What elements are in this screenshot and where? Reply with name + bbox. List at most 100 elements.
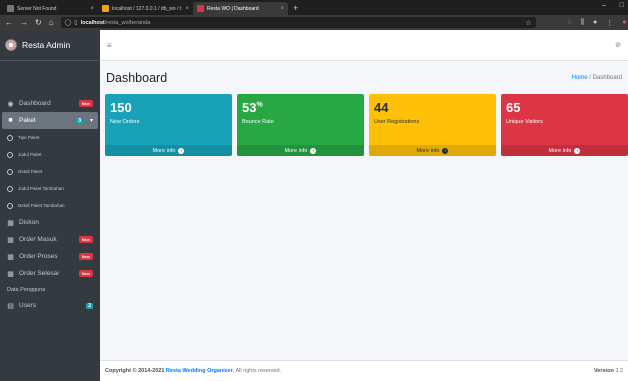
sidebar-item-label: Dashboard (19, 100, 51, 107)
tab-label: localhost / 127.0.0.1 / db_wo / t (112, 5, 182, 12)
browser-addressbar: ← → ↻ ⌂ ◯ ▯ localhost/resta_wo/beranda ☆… (0, 15, 628, 30)
breadcrumb: Home / Dashboard (572, 75, 622, 81)
circle-icon (7, 202, 13, 209)
footer-rights: All rights reserved. (235, 368, 282, 374)
sidebar-item-judul-paket[interactable]: Judul Paket (0, 146, 100, 163)
back-icon[interactable]: ← (5, 18, 13, 27)
sidebar-item-detail-paket[interactable]: Detail Paket (0, 163, 100, 180)
extensions-toolbar: ◌ ⫼ ● ⋮ ● (568, 19, 627, 27)
sidebar-item-paket[interactable]: ■ Paket 3 ▾ (2, 112, 98, 129)
sidebar-item-label: Detail Paket (18, 169, 43, 174)
addon-icon[interactable]: ● (622, 19, 626, 27)
box-suffix: % (256, 101, 263, 109)
main-footer: Copyright © 2014-2021 Resta Wedding Orga… (100, 360, 628, 381)
small-box-row: 150 New Orders More info › 53% Bounce Rat… (100, 94, 628, 156)
table-icon: ▦ (7, 219, 14, 227)
version-number: 3.2 (615, 368, 623, 374)
url-bar[interactable]: ◯ ▯ localhost/resta_wo/beranda ☆ (60, 17, 536, 28)
more-info-label: More info (152, 147, 176, 154)
url-path: /resta_wo/beranda (104, 19, 151, 26)
count-badge: 3 (76, 117, 83, 124)
circle-icon (7, 185, 13, 192)
breadcrumb-home-link[interactable]: Home (572, 75, 588, 81)
menu-toggle-icon[interactable]: ≡ (107, 41, 112, 50)
extension-icon[interactable]: ⋮ (606, 19, 613, 27)
more-info-link[interactable]: More info › (105, 145, 232, 156)
sidebar-item-detail-paket-tambahan[interactable]: Detail Paket Tambahan (0, 197, 100, 214)
sidebar-item-label: Judul Paket (18, 152, 42, 157)
window-controls: – □ (602, 2, 624, 9)
sidebar-item-diskon[interactable]: ▦ Diskon (0, 214, 100, 231)
bookmark-star-icon[interactable]: ☆ (525, 19, 531, 27)
library-icon[interactable]: ⫼ (581, 19, 584, 27)
tab-label: Server Not Found (17, 5, 57, 12)
new-badge: New (78, 236, 93, 243)
tab-favicon (7, 5, 14, 12)
sidebar-item-label: Order Proses (19, 253, 58, 260)
sidebar-item-label: Users (19, 302, 36, 309)
box-value: 53 (242, 100, 257, 115)
breadcrumb-separator: / (589, 74, 591, 81)
box-label: User Registrations (374, 119, 420, 125)
minimize-icon[interactable]: – (602, 2, 606, 9)
new-tab-button[interactable]: + (288, 2, 303, 15)
sidebar-item-label: Order Masuk (19, 236, 57, 243)
sidebar-item-label: Detail Paket Tambahan (18, 203, 65, 208)
sidebar-item-label: Order Selesai (19, 270, 59, 277)
count-badge: 2 (86, 302, 93, 309)
browser-tab-server-not-found[interactable]: Server Not Found × (3, 2, 98, 15)
more-info-link[interactable]: More info › (501, 145, 628, 156)
maximize-icon[interactable]: □ (620, 2, 624, 9)
circle-icon (7, 134, 13, 141)
sidebar-item-label: Diskon (19, 219, 39, 226)
arrow-circle-right-icon: › (310, 147, 317, 154)
sidebar-item-dashboard[interactable]: ◉ Dashboard New (0, 95, 100, 112)
version-label: Version (593, 368, 614, 374)
new-badge: New (78, 100, 93, 107)
footer-brand-link[interactable]: Resta Wedding Organizer. (166, 368, 234, 374)
home-icon[interactable]: ⌂ (49, 18, 54, 27)
circle-icon (7, 168, 13, 175)
new-badge: New (78, 270, 93, 277)
top-navbar: ≡ ⊘ (100, 30, 628, 61)
content-wrapper: ≡ ⊘ Dashboard Home / Dashboard 150 New O… (100, 30, 628, 381)
breadcrumb-current: Dashboard (592, 74, 622, 81)
sidebar-item-judul-paket-tambahan[interactable]: Judul Paket Tambahan (0, 180, 100, 197)
small-box-unique-visitors: 65 Unique Visitors More info › (501, 94, 628, 156)
fullscreen-icon[interactable]: ⊘ (615, 41, 621, 49)
sidebar-item-label: Tipe Paket (18, 135, 40, 140)
pocket-icon[interactable]: ◌ (568, 19, 572, 27)
sidebar-item-order-masuk[interactable]: ▦ Order Masuk New (0, 231, 100, 248)
arrow-circle-right-icon: › (574, 147, 581, 154)
close-icon[interactable]: × (90, 6, 94, 12)
sidebar-item-tipe-paket[interactable]: Tipe Paket (0, 129, 100, 146)
new-badge: New (78, 253, 93, 260)
brand-link[interactable]: Resta Admin (0, 30, 100, 61)
sidebar: Resta Admin ◉ Dashboard New ■ Paket 3 ▾ … (0, 30, 100, 381)
sidebar-item-label: Paket (19, 117, 36, 124)
more-info-link[interactable]: More info › (369, 145, 496, 156)
arrow-circle-right-icon: › (178, 147, 185, 154)
dashboard-icon: ◉ (7, 100, 14, 108)
users-icon: ▤ (7, 302, 14, 310)
content-header: Dashboard Home / Dashboard (100, 61, 628, 94)
sidebar-item-order-selesai[interactable]: ▦ Order Selesai New (0, 265, 100, 282)
browser-tab-phpmyadmin[interactable]: localhost / 127.0.0.1 / db_wo / t × (98, 2, 193, 15)
close-icon[interactable]: × (185, 6, 189, 12)
sidebar-section-header: Data Pengguna (7, 287, 46, 293)
forward-icon[interactable]: → (20, 18, 28, 27)
browser-tab-dashboard[interactable]: Resta WO | Dashboard × (193, 2, 288, 15)
more-info-label: More info (416, 147, 440, 154)
account-icon[interactable]: ● (593, 19, 597, 27)
small-box-user-registrations: 44 User Registrations More info › (369, 94, 496, 156)
sidebar-item-users[interactable]: ▤ Users 2 (0, 297, 100, 314)
sidebar-item-order-proses[interactable]: ▦ Order Proses New (0, 248, 100, 265)
box-label: Unique Visitors (506, 119, 543, 125)
more-info-link[interactable]: More info › (237, 145, 364, 156)
url-host: localhost (80, 19, 105, 26)
chevron-down-icon: ▾ (89, 118, 93, 124)
close-icon[interactable]: × (280, 6, 284, 12)
table-icon: ▦ (7, 236, 14, 244)
reload-icon[interactable]: ↻ (35, 18, 42, 27)
table-icon: ▦ (7, 253, 14, 261)
